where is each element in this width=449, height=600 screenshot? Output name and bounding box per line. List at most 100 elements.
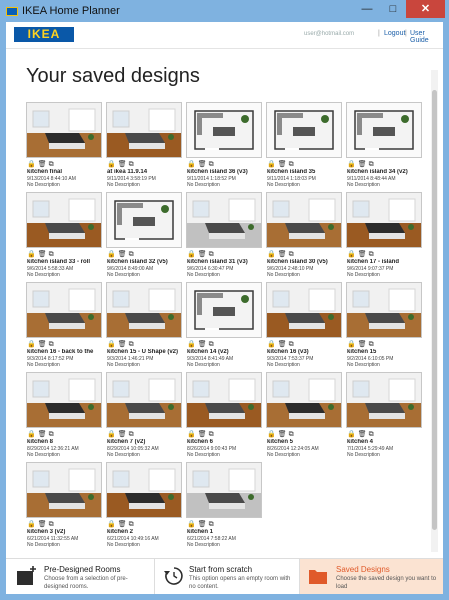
lock-icon[interactable]: 🔒 [107, 251, 118, 258]
copy-icon[interactable]: ⧉ [129, 521, 136, 528]
design-thumbnail[interactable] [106, 282, 182, 338]
saved-design-card[interactable]: 🔒🗑⧉ kitchen 3 (v2) 6/21/2014 11:32:55 AM No… [26, 462, 102, 548]
design-thumbnail[interactable] [26, 372, 102, 428]
lock-icon[interactable]: 🔒 [27, 161, 38, 168]
design-thumbnail[interactable] [106, 192, 182, 248]
trash-icon[interactable]: 🗑 [198, 341, 209, 348]
design-thumbnail[interactable] [266, 192, 342, 248]
design-thumbnail[interactable] [346, 372, 422, 428]
copy-icon[interactable]: ⧉ [209, 341, 216, 348]
pre-designed-rooms-option[interactable]: Pre-Designed Rooms Choose from a selecti… [6, 559, 154, 594]
design-thumbnail[interactable] [26, 102, 102, 158]
saved-design-card[interactable]: 🔒🗑⧉ kitchen 8 8/29/2014 12:36:21 AM No Desc… [26, 372, 102, 458]
trash-icon[interactable]: 🗑 [278, 341, 289, 348]
design-thumbnail[interactable] [186, 282, 262, 338]
lock-icon[interactable]: 🔒 [347, 341, 358, 348]
trash-icon[interactable]: 🗑 [38, 521, 49, 528]
design-thumbnail[interactable] [26, 192, 102, 248]
saved-design-card[interactable]: 🔒🗑⧉ kitchen 14 (v2) 9/3/2014 8:41:49 AM No … [186, 282, 262, 368]
lock-icon[interactable]: 🔒 [107, 431, 118, 438]
trash-icon[interactable]: 🗑 [358, 161, 369, 168]
lock-icon[interactable]: 🔒 [187, 431, 198, 438]
copy-icon[interactable]: ⧉ [129, 251, 136, 258]
lock-icon[interactable]: 🔒 [107, 521, 118, 528]
copy-icon[interactable]: ⧉ [369, 341, 376, 348]
lock-icon[interactable]: 🔒 [267, 251, 278, 258]
lock-icon[interactable]: 🔒 [347, 431, 358, 438]
saved-design-card[interactable]: 🔒🗑⧉ kitchen island 35 9/11/2014 1:18:03 PM… [266, 102, 342, 188]
minimize-button[interactable]: — [354, 0, 380, 18]
design-thumbnail[interactable] [266, 102, 342, 158]
trash-icon[interactable]: 🗑 [358, 431, 369, 438]
saved-design-card[interactable]: 🔒🗑⧉ kitchen 16 (v3) 9/3/2014 7:53:37 PM No … [266, 282, 342, 368]
design-thumbnail[interactable] [106, 372, 182, 428]
copy-icon[interactable]: ⧉ [369, 161, 376, 168]
saved-design-card[interactable]: 🔒🗑⧉ at ikea 11.9.14 9/11/2014 3:58:19 PM No… [106, 102, 182, 188]
lock-icon[interactable]: 🔒 [187, 521, 198, 528]
trash-icon[interactable]: 🗑 [198, 161, 209, 168]
trash-icon[interactable]: 🗑 [118, 521, 129, 528]
design-thumbnail[interactable] [186, 102, 262, 158]
saved-design-card[interactable]: 🔒🗑⧉ kitchen island 33 - roll 9/6/2014 5:58… [26, 192, 102, 278]
lock-icon[interactable]: 🔒 [187, 251, 198, 258]
trash-icon[interactable]: 🗑 [38, 251, 49, 258]
saved-design-card[interactable]: 🔒🗑⧉ kitchen 6 8/26/2014 9:00:43 PM No Descr… [186, 372, 262, 458]
saved-design-card[interactable]: 🔒🗑⧉ kitchen final 9/13/2014 8:44:10 AM No D… [26, 102, 102, 188]
lock-icon[interactable]: 🔒 [27, 251, 38, 258]
copy-icon[interactable]: ⧉ [289, 341, 296, 348]
saved-design-card[interactable]: 🔒🗑⧉ kitchen island 30 (v5) 9/6/2014 2:48:1… [266, 192, 342, 278]
design-thumbnail[interactable] [346, 192, 422, 248]
saved-design-card[interactable]: 🔒🗑⧉ kitchen 2 6/21/2014 10:49:16 AM No Desc… [106, 462, 182, 548]
design-thumbnail[interactable] [106, 462, 182, 518]
copy-icon[interactable]: ⧉ [289, 431, 296, 438]
saved-design-card[interactable]: 🔒🗑⧉ kitchen island 34 (v2) 9/11/2014 8:48:… [346, 102, 422, 188]
saved-design-card[interactable]: 🔒🗑⧉ kitchen 15 9/2/2014 6:10:05 PM No Descr… [346, 282, 422, 368]
saved-design-card[interactable]: 🔒🗑⧉ kitchen island 32 (v5) 9/6/2014 8:49:0… [106, 192, 182, 278]
copy-icon[interactable]: ⧉ [209, 161, 216, 168]
saved-design-card[interactable]: 🔒🗑⧉ kitchen 15 - U Shape (v2) 9/3/2014 1:4… [106, 282, 182, 368]
copy-icon[interactable]: ⧉ [289, 251, 296, 258]
trash-icon[interactable]: 🗑 [278, 251, 289, 258]
design-thumbnail[interactable] [106, 102, 182, 158]
trash-icon[interactable]: 🗑 [38, 161, 49, 168]
copy-icon[interactable]: ⧉ [49, 251, 56, 258]
copy-icon[interactable]: ⧉ [209, 431, 216, 438]
lock-icon[interactable]: 🔒 [27, 341, 38, 348]
trash-icon[interactable]: 🗑 [198, 431, 209, 438]
copy-icon[interactable]: ⧉ [369, 251, 376, 258]
design-thumbnail[interactable] [346, 102, 422, 158]
saved-design-card[interactable]: 🔒🗑⧉ kitchen 16 - back to the 9/3/2014 8:17… [26, 282, 102, 368]
copy-icon[interactable]: ⧉ [209, 521, 216, 528]
lock-icon[interactable]: 🔒 [347, 251, 358, 258]
trash-icon[interactable]: 🗑 [118, 161, 129, 168]
design-thumbnail[interactable] [186, 372, 262, 428]
logout-link[interactable]: Logout [384, 30, 405, 37]
trash-icon[interactable]: 🗑 [118, 251, 129, 258]
start-from-scratch-option[interactable]: Start from scratch This option opens an … [154, 559, 300, 594]
saved-design-card[interactable]: 🔒🗑⧉ kitchen island 36 (v3) 9/11/2014 1:18:… [186, 102, 262, 188]
trash-icon[interactable]: 🗑 [198, 521, 209, 528]
lock-icon[interactable]: 🔒 [107, 161, 118, 168]
saved-design-card[interactable]: 🔒🗑⧉ kitchen 7 (v2) 8/29/2014 10:05:32 AM No… [106, 372, 182, 458]
trash-icon[interactable]: 🗑 [38, 431, 49, 438]
design-thumbnail[interactable] [26, 282, 102, 338]
copy-icon[interactable]: ⧉ [49, 431, 56, 438]
trash-icon[interactable]: 🗑 [198, 251, 209, 258]
trash-icon[interactable]: 🗑 [278, 161, 289, 168]
design-thumbnail[interactable] [26, 462, 102, 518]
design-thumbnail[interactable] [266, 372, 342, 428]
design-thumbnail[interactable] [186, 462, 262, 518]
design-thumbnail[interactable] [186, 192, 262, 248]
lock-icon[interactable]: 🔒 [187, 161, 198, 168]
title-bar[interactable]: IKEA Home Planner — □ ✕ [0, 0, 449, 22]
scrollbar-thumb[interactable] [432, 90, 437, 530]
copy-icon[interactable]: ⧉ [49, 341, 56, 348]
copy-icon[interactable]: ⧉ [289, 161, 296, 168]
saved-design-card[interactable]: 🔒🗑⧉ kitchen 4 7/1/2014 5:29:49 AM No Descri… [346, 372, 422, 458]
copy-icon[interactable]: ⧉ [209, 251, 216, 258]
saved-design-card[interactable]: 🔒🗑⧉ kitchen 1 6/21/2014 7:58:22 AM No Descr… [186, 462, 262, 548]
trash-icon[interactable]: 🗑 [358, 251, 369, 258]
trash-icon[interactable]: 🗑 [118, 431, 129, 438]
saved-design-card[interactable]: 🔒🗑⧉ kitchen 5 8/26/2014 12:24:05 AM No Desc… [266, 372, 342, 458]
lock-icon[interactable]: 🔒 [267, 341, 278, 348]
